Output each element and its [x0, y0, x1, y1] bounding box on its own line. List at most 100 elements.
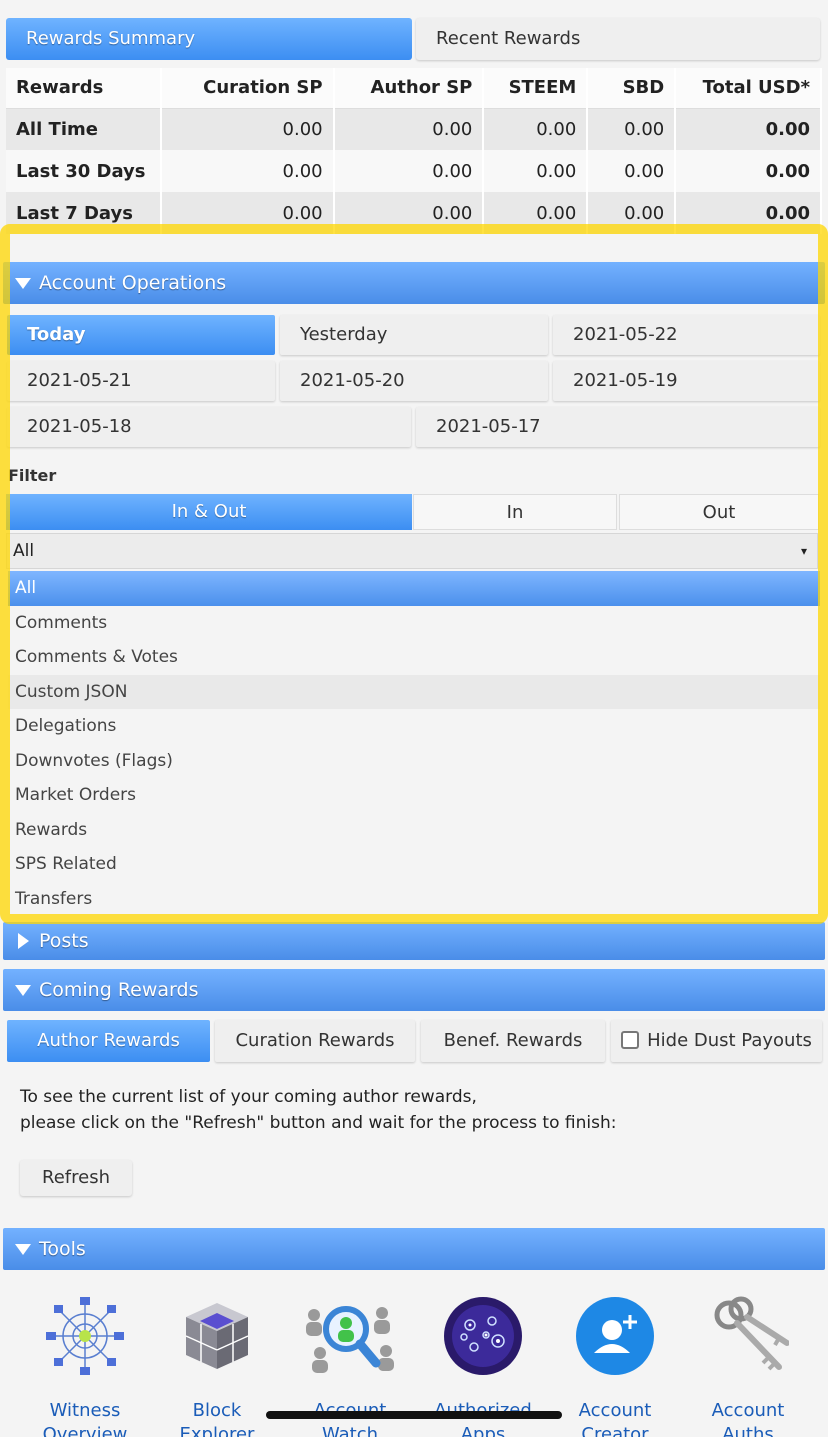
row-label: All Time: [6, 108, 162, 150]
tool-label: Block: [192, 1400, 242, 1421]
date-button[interactable]: 2021-05-20: [280, 361, 548, 401]
tool-account-creator[interactable]: Account Creator: [550, 1295, 680, 1437]
tab-rewards-summary[interactable]: Rewards Summary: [6, 18, 412, 60]
section-title: Tools: [39, 1238, 86, 1260]
cell-sbd: 0.00: [587, 150, 677, 192]
tab-recent-rewards[interactable]: Recent Rewards: [416, 18, 820, 60]
magnifier-people-icon: [300, 1295, 400, 1377]
section-title: Account Operations: [39, 272, 227, 294]
section-title: Coming Rewards: [39, 979, 199, 1001]
cell-steem: 0.00: [483, 150, 589, 192]
option-item[interactable]: Comments: [8, 606, 820, 641]
dropdown-arrow-icon: ▾: [800, 544, 807, 558]
option-item[interactable]: Rewards: [8, 813, 820, 848]
posts-header[interactable]: Posts: [3, 922, 825, 960]
table-row: All Time 0.00 0.00 0.00 0.00 0.00: [6, 108, 822, 150]
cell-curation: 0.00: [160, 150, 335, 192]
tab-curation-rewards[interactable]: Curation Rewards: [215, 1020, 415, 1062]
option-item[interactable]: Delegations: [8, 709, 820, 744]
coming-rewards-header[interactable]: Coming Rewards: [3, 969, 825, 1011]
operation-type-select[interactable]: All ▾: [6, 533, 818, 569]
row-label: Last 7 Days: [6, 192, 162, 234]
table-row: Last 7 Days 0.00 0.00 0.00 0.00 0.00: [6, 192, 822, 234]
date-button[interactable]: 2021-05-22: [553, 315, 820, 355]
tool-label: Witness: [49, 1400, 121, 1421]
column-header: STEEM: [483, 68, 589, 109]
table-header-row: Rewards Curation SP Author SP STEEM SBD …: [6, 68, 822, 109]
date-button[interactable]: 2021-05-17: [416, 407, 820, 447]
expand-triangle-icon: [15, 985, 31, 996]
hide-dust-label: Hide Dust Payouts: [647, 1030, 812, 1051]
section-title: Posts: [39, 930, 89, 952]
tab-benef-rewards[interactable]: Benef. Rewards: [421, 1020, 605, 1062]
cell-total: 0.00: [675, 108, 822, 150]
option-item[interactable]: Comments & Votes: [8, 640, 820, 675]
cell-steem: 0.00: [483, 192, 589, 234]
cell-curation: 0.00: [160, 108, 335, 150]
filter-out[interactable]: Out: [619, 494, 819, 530]
sphere-icon: [442, 1295, 524, 1377]
cell-sbd: 0.00: [587, 192, 677, 234]
instruction-line: please click on the "Refresh" button and…: [20, 1113, 617, 1133]
option-item[interactable]: Market Orders: [8, 778, 820, 813]
account-operations-header[interactable]: Account Operations: [3, 262, 825, 304]
tool-label: Overview: [42, 1424, 128, 1437]
cell-total: 0.00: [675, 192, 822, 234]
block-cube-icon: [176, 1295, 258, 1377]
tool-witness-overview[interactable]: Witness Overview: [20, 1295, 150, 1437]
option-item[interactable]: SPS Related: [8, 847, 820, 882]
tab-author-rewards[interactable]: Author Rewards: [7, 1020, 210, 1062]
cell-sbd: 0.00: [587, 108, 677, 150]
expand-triangle-icon: [15, 1244, 31, 1255]
column-header: Curation SP: [160, 68, 335, 109]
cell-total: 0.00: [675, 150, 822, 192]
cell-steem: 0.00: [483, 108, 589, 150]
rewards-tabs: Rewards Summary Recent Rewards: [6, 18, 822, 62]
cell-author: 0.00: [333, 108, 485, 150]
date-button[interactable]: 2021-05-19: [553, 361, 820, 401]
cell-author: 0.00: [333, 150, 485, 192]
column-header: SBD: [587, 68, 677, 109]
option-item[interactable]: All: [8, 571, 820, 606]
option-item[interactable]: Downvotes (Flags): [8, 744, 820, 779]
option-item[interactable]: Custom JSON: [8, 674, 820, 709]
tool-label: Explorer: [179, 1424, 255, 1437]
tool-label: Account: [711, 1400, 785, 1421]
tools-header[interactable]: Tools: [3, 1228, 825, 1270]
table-row: Last 30 Days 0.00 0.00 0.00 0.00 0.00: [6, 150, 822, 192]
filter-label: Filter: [8, 466, 57, 485]
cell-curation: 0.00: [160, 192, 335, 234]
rewards-summary-table: Rewards Curation SP Author SP STEEM SBD …: [6, 68, 822, 234]
home-indicator[interactable]: [266, 1411, 562, 1419]
witness-network-icon: [44, 1295, 126, 1377]
tool-label: Watch: [321, 1424, 379, 1437]
date-button-today[interactable]: Today: [7, 315, 275, 355]
tool-label: Auths: [722, 1424, 774, 1437]
filter-in[interactable]: In: [413, 494, 617, 530]
column-header: Rewards: [6, 68, 162, 109]
add-user-icon: [574, 1295, 656, 1377]
operation-type-options: All Comments Comments & Votes Custom JSO…: [8, 571, 820, 921]
tool-label: Creator: [581, 1424, 649, 1437]
expand-triangle-icon: [15, 278, 31, 289]
tool-block-explorer[interactable]: Block Explorer: [152, 1295, 282, 1437]
option-item[interactable]: Transfers: [8, 882, 820, 917]
coming-rewards-instructions: To see the current list of your coming a…: [20, 1084, 616, 1136]
tool-label: Apps: [460, 1424, 506, 1437]
date-button[interactable]: 2021-05-21: [7, 361, 275, 401]
collapsed-triangle-icon: [18, 933, 29, 949]
tool-account-auths[interactable]: Account Auths: [683, 1295, 813, 1437]
refresh-button[interactable]: Refresh: [20, 1160, 132, 1196]
cell-author: 0.00: [333, 192, 485, 234]
keys-icon: [707, 1295, 790, 1377]
date-button[interactable]: 2021-05-18: [7, 407, 411, 447]
instruction-line: To see the current list of your coming a…: [20, 1087, 477, 1107]
filter-in-out[interactable]: In & Out: [6, 494, 412, 530]
select-value: All: [13, 541, 35, 561]
column-header: Total USD*: [675, 68, 822, 109]
checkbox-icon[interactable]: [621, 1031, 640, 1049]
date-button-yesterday[interactable]: Yesterday: [280, 315, 548, 355]
hide-dust-toggle[interactable]: Hide Dust Payouts: [611, 1020, 822, 1062]
tool-label: Account: [578, 1400, 652, 1421]
row-label: Last 30 Days: [6, 150, 162, 192]
